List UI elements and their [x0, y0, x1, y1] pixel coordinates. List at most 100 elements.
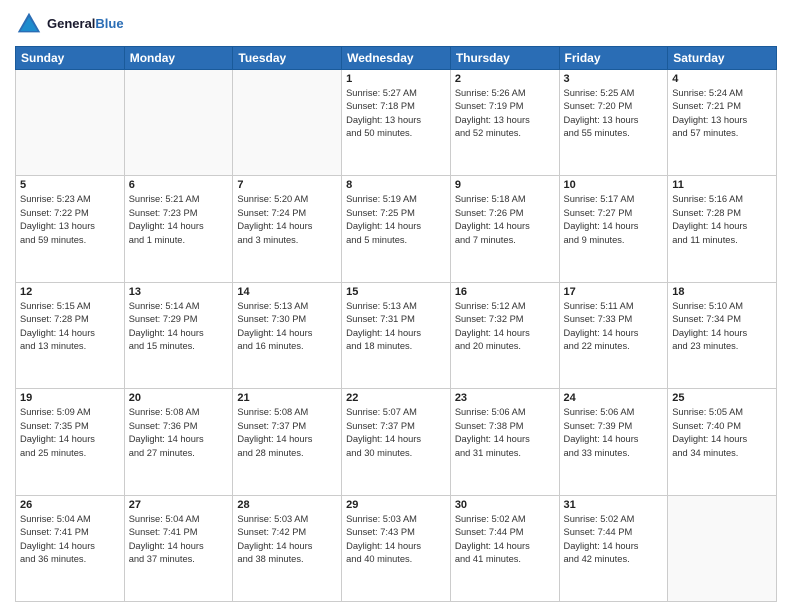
calendar-cell: 2 Sunrise: 5:26 AMSunset: 7:19 PMDaylight… — [450, 70, 559, 176]
cell-info: Sunrise: 5:19 AMSunset: 7:25 PMDaylight:… — [346, 193, 446, 247]
calendar-cell: 17 Sunrise: 5:11 AMSunset: 7:33 PMDayligh… — [559, 282, 668, 388]
cell-info: Sunrise: 5:08 AMSunset: 7:36 PMDaylight:… — [129, 406, 229, 460]
day-number: 31 — [564, 499, 664, 511]
cell-info: Sunrise: 5:09 AMSunset: 7:35 PMDaylight:… — [20, 406, 120, 460]
day-number: 23 — [455, 392, 555, 404]
day-number: 15 — [346, 286, 446, 298]
weekday-header-saturday: Saturday — [668, 47, 777, 70]
calendar-week-5: 26 Sunrise: 5:04 AMSunset: 7:41 PMDayligh… — [16, 495, 777, 601]
calendar-cell — [124, 70, 233, 176]
calendar-cell: 25 Sunrise: 5:05 AMSunset: 7:40 PMDayligh… — [668, 389, 777, 495]
cell-info: Sunrise: 5:26 AMSunset: 7:19 PMDaylight:… — [455, 87, 555, 141]
day-number: 24 — [564, 392, 664, 404]
day-number: 29 — [346, 499, 446, 511]
cell-info: Sunrise: 5:06 AMSunset: 7:38 PMDaylight:… — [455, 406, 555, 460]
cell-info: Sunrise: 5:02 AMSunset: 7:44 PMDaylight:… — [564, 513, 664, 567]
cell-info: Sunrise: 5:06 AMSunset: 7:39 PMDaylight:… — [564, 406, 664, 460]
calendar-cell: 20 Sunrise: 5:08 AMSunset: 7:36 PMDayligh… — [124, 389, 233, 495]
calendar-cell: 27 Sunrise: 5:04 AMSunset: 7:41 PMDayligh… — [124, 495, 233, 601]
calendar-table: SundayMondayTuesdayWednesdayThursdayFrid… — [15, 46, 777, 602]
day-number: 13 — [129, 286, 229, 298]
weekday-header-tuesday: Tuesday — [233, 47, 342, 70]
cell-info: Sunrise: 5:04 AMSunset: 7:41 PMDaylight:… — [129, 513, 229, 567]
day-number: 26 — [20, 499, 120, 511]
calendar-cell: 30Sunrise: 5:02 AMSunset: 7:44 PMDayligh… — [450, 495, 559, 601]
calendar-cell: 21Sunrise: 5:08 AMSunset: 7:37 PMDayligh… — [233, 389, 342, 495]
day-number: 5 — [20, 179, 120, 191]
calendar-header-row: SundayMondayTuesdayWednesdayThursdayFrid… — [16, 47, 777, 70]
calendar-cell: 8Sunrise: 5:19 AMSunset: 7:25 PMDaylight… — [342, 176, 451, 282]
calendar-cell: 4Sunrise: 5:24 AMSunset: 7:21 PMDaylight… — [668, 70, 777, 176]
cell-info: Sunrise: 5:20 AMSunset: 7:24 PMDaylight:… — [237, 193, 337, 247]
day-number: 27 — [129, 499, 229, 511]
day-number: 14 — [237, 286, 337, 298]
calendar-cell: 19 Sunrise: 5:09 AMSunset: 7:35 PMDayligh… — [16, 389, 125, 495]
day-number: 11 — [672, 179, 772, 191]
day-number: 3 — [564, 73, 664, 85]
cell-info: Sunrise: 5:21 AMSunset: 7:23 PMDaylight:… — [129, 193, 229, 247]
calendar-cell: 18Sunrise: 5:10 AMSunset: 7:34 PMDayligh… — [668, 282, 777, 388]
logo: GeneralBlue Blue — [15, 10, 124, 38]
calendar-cell: 5 Sunrise: 5:23 AMSunset: 7:22 PMDaylight… — [16, 176, 125, 282]
calendar-cell: 7Sunrise: 5:20 AMSunset: 7:24 PMDaylight… — [233, 176, 342, 282]
day-number: 20 — [129, 392, 229, 404]
calendar-cell: 15 Sunrise: 5:13 AMSunset: 7:31 PMDayligh… — [342, 282, 451, 388]
calendar-cell: 9 Sunrise: 5:18 AMSunset: 7:26 PMDaylight… — [450, 176, 559, 282]
day-number: 28 — [237, 499, 337, 511]
cell-info: Sunrise: 5:04 AMSunset: 7:41 PMDaylight:… — [20, 513, 120, 567]
day-number: 22 — [346, 392, 446, 404]
calendar-week-4: 19 Sunrise: 5:09 AMSunset: 7:35 PMDayligh… — [16, 389, 777, 495]
weekday-header-thursday: Thursday — [450, 47, 559, 70]
calendar-cell: 14 Sunrise: 5:13 AMSunset: 7:30 PMDayligh… — [233, 282, 342, 388]
calendar-cell: 10Sunrise: 5:17 AMSunset: 7:27 PMDayligh… — [559, 176, 668, 282]
cell-info: Sunrise: 5:07 AMSunset: 7:37 PMDaylight:… — [346, 406, 446, 460]
calendar-week-1: 1 Sunrise: 5:27 AMSunset: 7:18 PMDaylight… — [16, 70, 777, 176]
cell-info: Sunrise: 5:05 AMSunset: 7:40 PMDaylight:… — [672, 406, 772, 460]
cell-info: Sunrise: 5:03 AMSunset: 7:42 PMDaylight:… — [237, 513, 337, 567]
calendar-cell: 28 Sunrise: 5:03 AMSunset: 7:42 PMDayligh… — [233, 495, 342, 601]
weekday-header-sunday: Sunday — [16, 47, 125, 70]
day-number: 18 — [672, 286, 772, 298]
header: GeneralBlue Blue — [15, 10, 777, 38]
calendar-cell — [233, 70, 342, 176]
calendar-cell: 24 Sunrise: 5:06 AMSunset: 7:39 PMDayligh… — [559, 389, 668, 495]
day-number: 6 — [129, 179, 229, 191]
cell-info: Sunrise: 5:25 AMSunset: 7:20 PMDaylight:… — [564, 87, 664, 141]
calendar-cell: 29 Sunrise: 5:03 AMSunset: 7:43 PMDayligh… — [342, 495, 451, 601]
calendar-week-2: 5 Sunrise: 5:23 AMSunset: 7:22 PMDaylight… — [16, 176, 777, 282]
day-number: 9 — [455, 179, 555, 191]
logo-general: General — [47, 16, 95, 31]
cell-info: Sunrise: 5:18 AMSunset: 7:26 PMDaylight:… — [455, 193, 555, 247]
logo-blue-text: Blue — [95, 16, 123, 31]
cell-info: Sunrise: 5:16 AMSunset: 7:28 PMDaylight:… — [672, 193, 772, 247]
cell-info: Sunrise: 5:11 AMSunset: 7:33 PMDaylight:… — [564, 300, 664, 354]
cell-info: Sunrise: 5:03 AMSunset: 7:43 PMDaylight:… — [346, 513, 446, 567]
cell-info: Sunrise: 5:23 AMSunset: 7:22 PMDaylight:… — [20, 193, 120, 247]
day-number: 25 — [672, 392, 772, 404]
weekday-header-friday: Friday — [559, 47, 668, 70]
day-number: 10 — [564, 179, 664, 191]
calendar-cell: 16Sunrise: 5:12 AMSunset: 7:32 PMDayligh… — [450, 282, 559, 388]
day-number: 21 — [237, 392, 337, 404]
day-number: 30 — [455, 499, 555, 511]
calendar-cell — [16, 70, 125, 176]
cell-info: Sunrise: 5:27 AMSunset: 7:18 PMDaylight:… — [346, 87, 446, 141]
day-number: 4 — [672, 73, 772, 85]
day-number: 19 — [20, 392, 120, 404]
day-number: 2 — [455, 73, 555, 85]
calendar-cell: 6 Sunrise: 5:21 AMSunset: 7:23 PMDaylight… — [124, 176, 233, 282]
calendar-cell: 12Sunrise: 5:15 AMSunset: 7:28 PMDayligh… — [16, 282, 125, 388]
logo-icon — [15, 10, 43, 38]
day-number: 17 — [564, 286, 664, 298]
weekday-header-monday: Monday — [124, 47, 233, 70]
calendar-cell: 23 Sunrise: 5:06 AMSunset: 7:38 PMDayligh… — [450, 389, 559, 495]
day-number: 16 — [455, 286, 555, 298]
day-number: 1 — [346, 73, 446, 85]
page: GeneralBlue Blue SundayMondayTuesdayWedn… — [0, 0, 792, 612]
calendar-cell: 3 Sunrise: 5:25 AMSunset: 7:20 PMDaylight… — [559, 70, 668, 176]
calendar-cell: 26 Sunrise: 5:04 AMSunset: 7:41 PMDayligh… — [16, 495, 125, 601]
cell-info: Sunrise: 5:13 AMSunset: 7:30 PMDaylight:… — [237, 300, 337, 354]
cell-info: Sunrise: 5:13 AMSunset: 7:31 PMDaylight:… — [346, 300, 446, 354]
weekday-header-wednesday: Wednesday — [342, 47, 451, 70]
cell-info: Sunrise: 5:14 AMSunset: 7:29 PMDaylight:… — [129, 300, 229, 354]
